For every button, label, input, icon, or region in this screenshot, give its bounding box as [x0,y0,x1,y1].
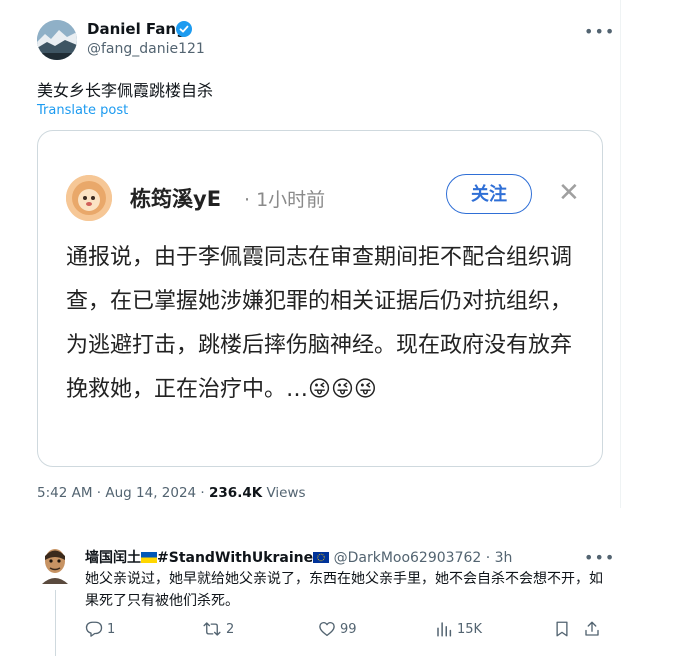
like-count: 99 [340,621,357,637]
views-button[interactable]: 15K [435,620,482,638]
emoji-1: 😜 [308,377,331,402]
embedded-name: 栋筠溪yE [130,187,222,211]
follow-button: 关注 [446,174,532,214]
views-icon [437,622,452,637]
views-label: Views [262,485,306,501]
views-count: 236.4K [209,485,263,501]
reply-icon [85,621,103,637]
reply-handle[interactable]: @DarkMoo62903762 [334,550,482,566]
eu-flag-icon [313,552,330,563]
repost-button[interactable]: 2 [202,620,234,638]
author-handle[interactable]: @fang_danie121 [87,41,205,57]
author-name[interactable]: Daniel Fang [87,20,187,38]
bookmark-button[interactable] [553,620,571,638]
reply-more-icon[interactable]: ••• [584,548,615,567]
tweet-meta: 5:42 AM · Aug 14, 2024 · 236.4K Views [37,485,306,501]
heart-icon [319,621,335,637]
reply-author-name[interactable]: 墙国闰土 [85,550,141,566]
thread-line [55,590,56,656]
emoji-2: 😜 [330,377,354,402]
author-avatar[interactable] [37,20,77,60]
reply-button[interactable]: 1 [85,620,115,638]
emoji-3: 😜 [353,377,377,402]
ukraine-flag-icon [141,552,157,563]
close-icon: ✕ [558,178,580,208]
embedded-avatar-icon [66,175,112,221]
tweet-media-card[interactable]: 栋筠溪yE · 1小时前 关注 ✕ 通报说，由于李佩霞同志在审查期间拒不配合组织… [37,130,603,467]
reply-author-tag[interactable]: #StandWithUkraine [157,550,313,566]
translate-link[interactable]: Translate post [37,103,128,118]
bookmark-icon [556,621,568,637]
tweet-text: 美女乡长李佩霞跳楼自杀 [37,81,214,100]
reply-actions: 1 2 99 15K [85,620,605,642]
repost-count: 2 [226,621,235,637]
share-button[interactable] [583,620,601,638]
timestamp[interactable]: 5:42 AM · Aug 14, 2024 · [37,485,209,501]
column-divider [620,0,621,508]
page: Daniel Fang @fang_danie121 ••• 美女乡长李佩霞跳楼… [0,0,680,669]
share-icon [585,621,599,636]
embedded-time: · 1小时前 [244,189,326,211]
reply-header: 墙国闰土 #StandWithUkraine @DarkMoo62903762 ·… [85,547,512,567]
reply-avatar[interactable] [40,548,70,584]
reply-time[interactable]: · 3h [486,550,513,566]
repost-icon [203,622,221,636]
more-icon[interactable]: ••• [584,22,615,41]
embedded-body: 通报说，由于李佩霞同志在审查期间拒不配合组织调查，在已掌握她涉嫌犯罪的相关证据后… [66,236,586,412]
like-button[interactable]: 99 [318,620,357,638]
views-count-reply: 15K [457,621,483,637]
verified-badge-icon [176,21,192,41]
reply-text: 她父亲说过，她早就给她父亲说了，东西在她父亲手里，她不会自杀不会想不开，如果死了… [85,571,603,609]
reply-count: 1 [107,621,116,637]
